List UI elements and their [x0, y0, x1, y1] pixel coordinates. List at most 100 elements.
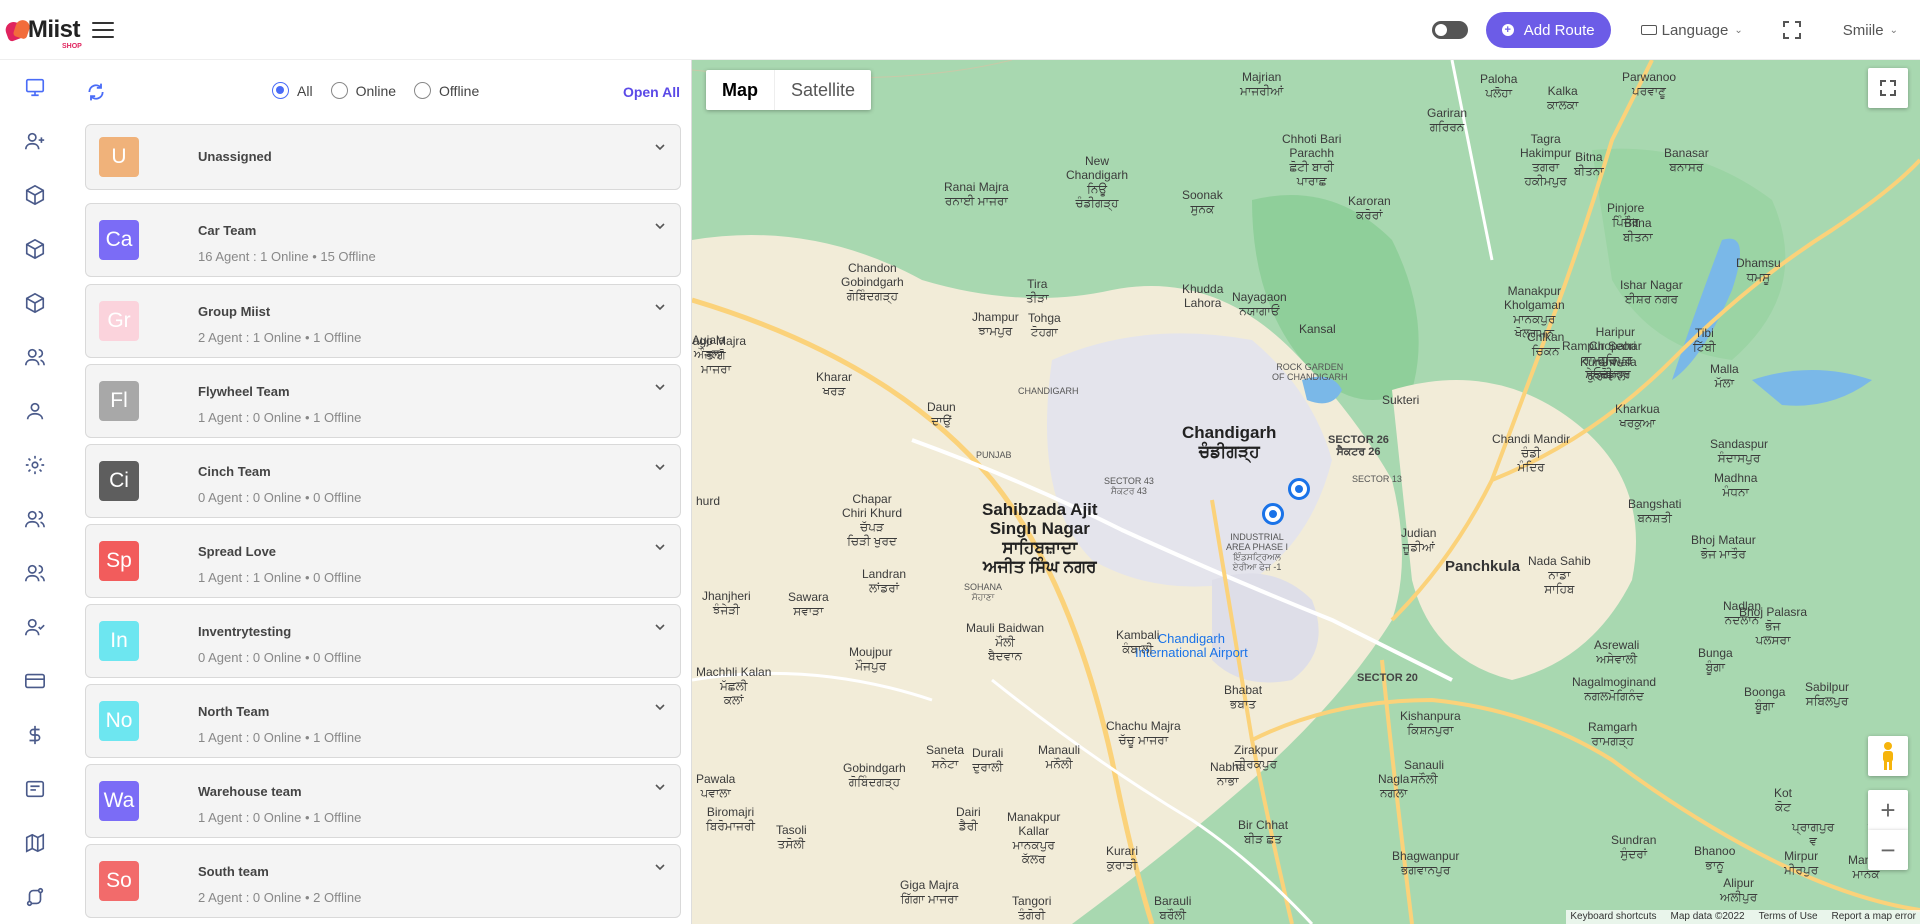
map-place-label: Tagra Hakimpur ਤਗਰਾ ਹਕੀਮਪੁਰ [1520, 132, 1572, 188]
map-place-label: Bhoj Mataur ਭੋਜ ਮਾਤੌਰ [1691, 533, 1756, 561]
sidebar-item-reports[interactable] [0, 762, 70, 816]
map-place-label: Bangshati ਬਨਸ਼ਤੀ [1628, 497, 1682, 525]
chevron-down-icon[interactable] [654, 381, 666, 393]
team-card[interactable]: U Unassigned [85, 124, 681, 190]
chevron-down-icon[interactable] [654, 781, 666, 793]
map-place-label: New Chandigarh ਨਿਊ ਚੰਡੀਗੜ੍ਹ [1066, 154, 1129, 210]
add-route-button[interactable]: + Add Route [1485, 12, 1611, 48]
map-attribution: Keyboard shortcuts Map data ©2022 Terms … [1566, 910, 1920, 924]
map-place-label: Kalka ਕਾਲਕਾ [1547, 84, 1579, 112]
map-place-label: Parwanoo ਪਰਵਾਣੂ [1622, 70, 1677, 98]
map-place-label: Karoran ਕਰੋਰਾਂ [1348, 194, 1391, 222]
chevron-down-icon[interactable] [654, 220, 666, 232]
map-place-label: Nagla ਨਗਲਾ [1378, 772, 1410, 800]
map-place-label: Chikan ਚਿਕਨ [1527, 330, 1565, 358]
refresh-icon[interactable] [86, 82, 106, 102]
filter-label: All [297, 82, 313, 99]
map-fullscreen-button[interactable] [1868, 68, 1908, 108]
language-icon [1640, 25, 1657, 35]
theme-toggle[interactable] [1431, 21, 1468, 39]
sidebar-item-customers[interactable] [0, 546, 70, 600]
keyboard-shortcuts-link[interactable]: Keyboard shortcuts [1570, 910, 1656, 924]
team-card[interactable]: So South team 2 Agent : 0 Online • 2 Offli… [85, 844, 681, 918]
map-place-label: Chandigarh ਚੰਡੀਗੜ੍ਹ [1182, 423, 1277, 461]
map-place-label: Khudda Lahora [1182, 282, 1224, 310]
sidebar-item-map[interactable] [0, 816, 70, 870]
sidebar-item-profile[interactable] [0, 384, 70, 438]
tab-satellite[interactable]: Satellite [775, 70, 871, 110]
filter-offline-radio[interactable]: Offline [414, 82, 479, 99]
team-card[interactable]: Fl Flywheel Team 1 Agent : 0 Online • 1 Of… [85, 364, 681, 438]
team-card[interactable]: Sp Spread Love 1 Agent : 1 Online • 0 Offl… [85, 524, 681, 598]
chevron-down-icon[interactable] [654, 541, 666, 553]
sidebar-item-orders[interactable] [0, 276, 70, 330]
fullscreen-icon[interactable] [1782, 21, 1801, 39]
team-initials: No [105, 709, 133, 732]
sidebar-item-finance[interactable] [0, 708, 70, 762]
team-card[interactable]: No North Team 1 Agent : 0 Online • 1 Offli… [85, 684, 681, 758]
sidebar-item-add-user[interactable] [0, 114, 70, 168]
map-place-label: Soonak ਸੁਨਕ [1182, 188, 1223, 216]
team-name: Flywheel Team [198, 384, 290, 399]
filter-label: Online [355, 82, 397, 99]
sidebar-item-products[interactable] [0, 168, 70, 222]
agent-location-pin[interactable] [1262, 503, 1284, 525]
map-place-label: Kurari ਕੁਰਾੜੀ [1106, 844, 1139, 872]
monitor-icon [25, 78, 45, 97]
terms-link[interactable]: Terms of Use [1759, 910, 1818, 924]
plus-circle-icon: + [1501, 24, 1514, 36]
hamburger-menu-icon[interactable] [92, 21, 114, 38]
team-card[interactable]: Wa Warehouse team 1 Agent : 0 Online • 1 O… [85, 764, 681, 838]
map-place-label: Nayagaon ਨਯਾਗਾਓਂ [1232, 290, 1287, 318]
sidebar-item-verified[interactable] [0, 600, 70, 654]
open-all-link[interactable]: Open All [623, 84, 680, 100]
team-card[interactable]: Ci Cinch Team 0 Agent : 0 Online • 0 Offli… [85, 444, 681, 518]
team-stats: 0 Agent : 0 Online • 0 Offline [198, 650, 362, 665]
team-name: Cinch Team [198, 464, 271, 479]
app-logo[interactable]: Miist SHOP [4, 10, 82, 50]
credit-card-icon [25, 673, 45, 689]
map-place-label: Mauli Baidwan ਮੌਲੀ ਬੈਦਵਾਨ [966, 621, 1045, 663]
map-view[interactable]: Chandigarh ਚੰਡੀਗੜ੍ਹ Sahibzada Ajit Singh … [692, 60, 1920, 924]
team-card[interactable]: Gr Group Miist 2 Agent : 1 Online • 1 Offl… [85, 284, 681, 358]
map-place-label: Saneta ਸਨੇਟਾ [926, 743, 965, 771]
map-place-label: INDUSTRIAL AREA PHASE I ਇੰਡਸਟ੍ਰਿਅਲ ਏਰੀਆ … [1226, 532, 1289, 572]
team-name: South team [198, 864, 269, 879]
sidebar-item-settings[interactable] [0, 438, 70, 492]
chevron-down-icon[interactable] [654, 461, 666, 473]
sidebar-item-routes[interactable] [0, 870, 70, 924]
chevron-down-icon[interactable] [654, 701, 666, 713]
chevron-down-icon[interactable] [654, 301, 666, 313]
map-place-label: Kambali ਕੰਬਾਲੀ [1116, 628, 1160, 656]
map-place-label: Landran ਲਾਂਡਰਾਂ [862, 567, 907, 595]
sidebar-item-payments[interactable] [0, 654, 70, 708]
street-view-pegman[interactable] [1868, 736, 1908, 776]
chevron-down-icon[interactable] [654, 861, 666, 873]
zoom-in-button[interactable]: + [1868, 790, 1908, 830]
sidebar-item-teams[interactable] [0, 330, 70, 384]
sidebar-rail [0, 60, 70, 924]
report-error-link[interactable]: Report a map error [1832, 910, 1916, 924]
sidebar-item-inventory[interactable] [0, 222, 70, 276]
map-place-label: Bitna ਬੀਤਨਾ [1574, 150, 1604, 178]
map-place-label: Nada Sahib ਨਾਡਾ ਸਾਹਿਬ [1528, 554, 1591, 596]
tab-map[interactable]: Map [706, 70, 775, 110]
chevron-down-icon[interactable] [654, 621, 666, 633]
status-filter: All Online Offline [272, 82, 497, 99]
team-initials: U [111, 145, 127, 168]
user-menu[interactable]: Smiile ⌄ [1843, 22, 1898, 39]
sidebar-item-agents[interactable] [0, 492, 70, 546]
logo-text: Miist [27, 15, 81, 43]
team-avatar: Ci [99, 461, 139, 501]
map-place-label: Moujpur ਮੌਜਪੁਰ [849, 645, 893, 673]
agent-location-pin[interactable] [1288, 478, 1310, 500]
chevron-down-icon[interactable] [654, 141, 666, 153]
language-dropdown[interactable]: Language ⌄ [1640, 22, 1743, 39]
filter-online-radio[interactable]: Online [330, 82, 397, 99]
filter-all-radio[interactable]: All [272, 82, 313, 99]
map-place-label: SECTOR 43 ਸੈਕਟਰ 43 [1104, 476, 1154, 496]
zoom-out-button[interactable]: − [1868, 830, 1908, 870]
team-card[interactable]: In Inventrytesting 0 Agent : 0 Online • 0 … [85, 604, 681, 678]
sidebar-item-monitor[interactable] [0, 60, 70, 114]
team-card[interactable]: Ca Car Team 16 Agent : 1 Online • 15 Offli… [85, 203, 681, 277]
